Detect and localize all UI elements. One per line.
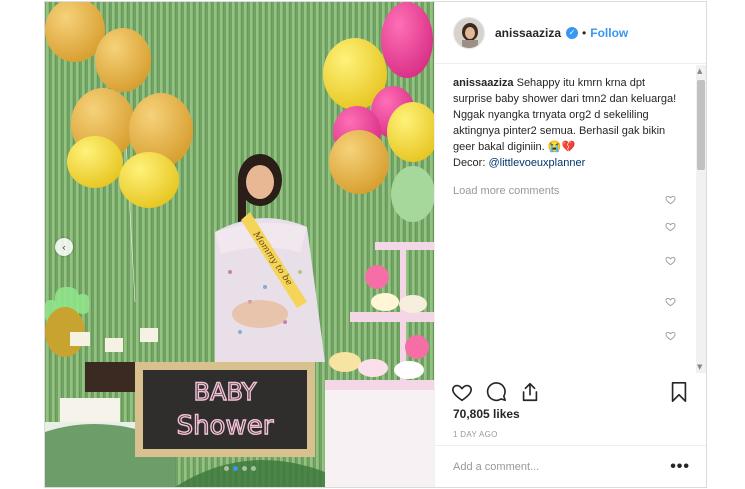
comment-like-heart-icon[interactable] (665, 296, 676, 307)
header-username[interactable]: anissaaziza (495, 26, 561, 40)
header-separator: • (582, 25, 587, 40)
comment-icon[interactable] (485, 381, 507, 403)
add-comment-bar: ••• (435, 445, 706, 487)
decor-mention-link[interactable]: @littlevoeuxplanner (488, 157, 585, 169)
heart-icon[interactable] (451, 381, 473, 403)
share-icon[interactable] (519, 381, 541, 403)
caption: anissaaziza Sehappy itu kmrn krna dpt su… (453, 75, 684, 171)
post-photo[interactable]: Mommy to be BABY Shower ‹ (45, 2, 434, 487)
action-bar (451, 378, 690, 406)
post-sidebar: anissaaziza ✓ • Follow anissaaziza Sehap… (434, 2, 706, 487)
bookmark-icon[interactable] (668, 381, 690, 403)
decor-label: Decor: (453, 157, 489, 169)
post-date: 1 DAY AGO (453, 430, 498, 439)
follow-button[interactable]: Follow (590, 26, 628, 40)
post-header: anissaaziza ✓ • Follow (435, 2, 706, 64)
scroll-up-icon[interactable]: ▲ (697, 67, 702, 75)
chalkboard-line1: BABY (194, 378, 257, 406)
chevron-left-icon[interactable]: ‹ (55, 238, 73, 256)
load-more-comments-button[interactable]: Load more comments (453, 183, 684, 199)
comment-like-heart-icon[interactable] (665, 194, 676, 205)
comments-panel: anissaaziza Sehappy itu kmrn krna dpt su… (435, 65, 696, 373)
avatar[interactable] (453, 16, 485, 49)
comment-like-heart-icon[interactable] (665, 255, 676, 266)
scroll-down-icon[interactable]: ▼ (697, 363, 702, 371)
more-icon[interactable]: ••• (670, 458, 690, 476)
caption-username[interactable]: anissaaziza (453, 77, 514, 89)
carousel-dot (250, 466, 256, 471)
chalkboard-sign: BABY Shower (135, 362, 315, 457)
carousel-dot (241, 466, 247, 471)
chalkboard-line2: Shower (177, 411, 274, 441)
comment-input[interactable] (453, 460, 671, 473)
likes-count[interactable]: 70,805 likes (453, 407, 520, 421)
instagram-post: Mommy to be BABY Shower ‹ anissaaziza ✓ … (44, 1, 707, 488)
carousel-dot (223, 466, 229, 471)
comment-like-heart-icon[interactable] (665, 330, 676, 341)
carousel-dot-active (232, 466, 238, 471)
baby-shower-photo: Mommy to be BABY Shower (45, 2, 434, 487)
scroll-thumb[interactable] (697, 80, 705, 170)
verified-icon: ✓ (566, 26, 579, 39)
comments-scrollbar[interactable]: ▲ ▼ (696, 65, 706, 373)
carousel-dots (45, 466, 434, 471)
comment-like-heart-icon[interactable] (665, 221, 676, 232)
